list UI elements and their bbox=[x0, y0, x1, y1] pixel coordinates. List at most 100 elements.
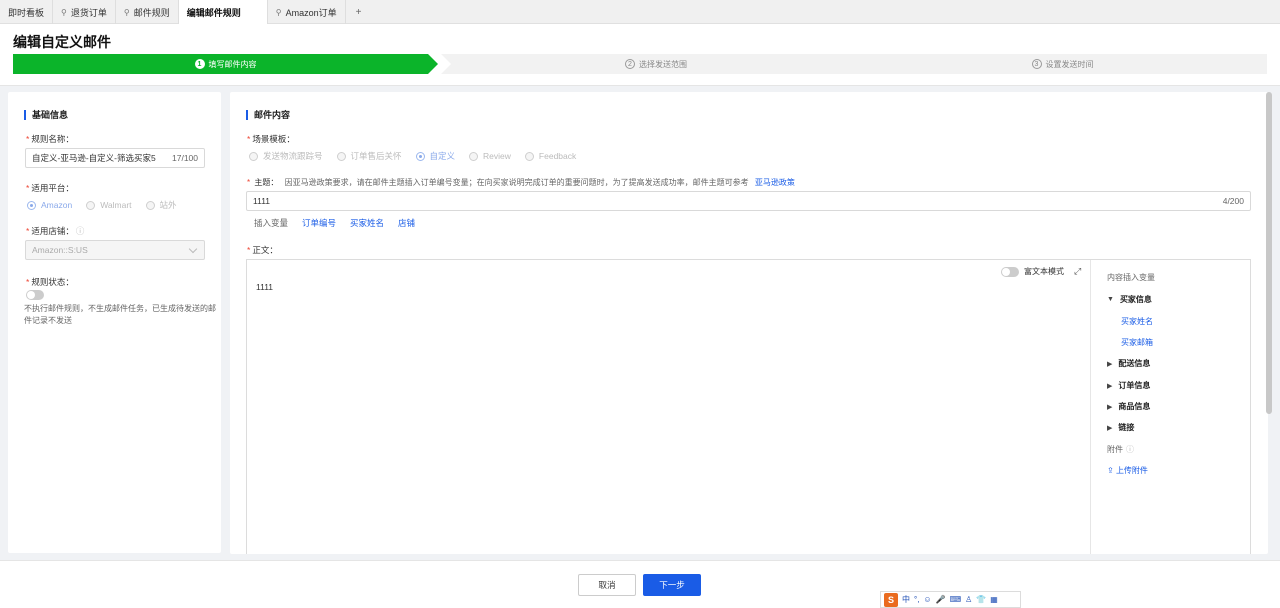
var-group-label: 订单信息 bbox=[1118, 381, 1151, 390]
emoji-icon[interactable]: ☺ bbox=[923, 595, 931, 604]
upload-attachment-button[interactable]: ⇪ 上传附件 bbox=[1107, 465, 1148, 476]
rich-text-toggle[interactable] bbox=[1001, 266, 1019, 277]
keyboard-icon[interactable]: ⌨ bbox=[950, 595, 962, 604]
ime-lang[interactable]: 中 bbox=[902, 594, 910, 605]
step-select-range[interactable]: 2 选择发送范围 bbox=[441, 54, 871, 74]
user-icon[interactable]: ♙ bbox=[965, 595, 972, 604]
upload-label: 上传附件 bbox=[1115, 466, 1148, 475]
basic-info-panel: 基础信息 * 规则名称： 自定义-亚马逊-自定义-筛选买家5 17/100 * 适用… bbox=[8, 92, 221, 553]
caret-down-icon: ▼ bbox=[1107, 296, 1114, 303]
add-tab-button[interactable]: + bbox=[346, 0, 372, 24]
subject-input[interactable]: 1111 4/200 bbox=[246, 191, 1251, 211]
variable-sidebar-title: 内容插入变量 bbox=[1107, 273, 1155, 282]
step-number: 2 bbox=[625, 59, 635, 69]
next-step-button[interactable]: 下一步 bbox=[643, 574, 701, 596]
fullscreen-icon[interactable]: ⤢ bbox=[1074, 266, 1081, 277]
var-item-label: 买家姓名 bbox=[1121, 317, 1153, 326]
grid-icon[interactable]: ▦ bbox=[990, 595, 998, 604]
template-radio-custom[interactable]: 自定义 bbox=[415, 150, 455, 162]
body-label-text: 正文： bbox=[252, 245, 278, 255]
subject-notice: 因亚马逊政策要求，请在邮件主题插入订单编号变量；在向买家说明完成订单的重要问题时… bbox=[284, 178, 749, 187]
radio-dot bbox=[336, 151, 346, 161]
ime-toolbar: S 中 °, ☺ 🎤 ⌨ ♙ 👕 ▦ bbox=[880, 591, 1021, 608]
radio-dot bbox=[524, 151, 534, 161]
punctuation-icon[interactable]: °, bbox=[914, 595, 919, 604]
mail-content-panel: 邮件内容 * 场景模板： 发送物流跟踪号 订单售后关怀 自定义 Review Fe… bbox=[230, 92, 1268, 554]
rule-name-label: * 规则名称： bbox=[26, 133, 74, 145]
ime-logo[interactable]: S bbox=[884, 592, 898, 607]
radio-label: Amazon bbox=[41, 200, 73, 210]
template-radio-aftersale[interactable]: 订单售后关怀 bbox=[336, 150, 402, 162]
required-mark: * bbox=[247, 134, 251, 144]
template-label: * 场景模板： bbox=[247, 133, 295, 145]
insert-var-order-id[interactable]: 订单编号 bbox=[302, 217, 336, 229]
store-value: Amazon::S:US bbox=[32, 245, 88, 255]
page-scrollbar[interactable] bbox=[1266, 92, 1272, 414]
template-radio-feedback[interactable]: Feedback bbox=[524, 151, 576, 161]
var-group-order[interactable]: ▶ 订单信息 bbox=[1107, 380, 1150, 391]
var-item-buyer-email[interactable]: 买家邮箱 bbox=[1107, 337, 1153, 348]
insert-variable-row: 插入变量 订单编号 买家姓名 店铺 bbox=[254, 217, 415, 229]
radio-label: 站外 bbox=[159, 200, 177, 210]
microphone-icon[interactable]: 🎤 bbox=[936, 595, 946, 604]
rule-name-input[interactable]: 自定义-亚马逊-自定义-筛选买家5 17/100 bbox=[25, 148, 205, 168]
step-set-time[interactable]: 3 设置发送时间 bbox=[858, 54, 1267, 74]
required-mark: * bbox=[26, 134, 30, 144]
tab-mail-rules[interactable]: ⚲ 邮件规则 bbox=[116, 0, 179, 24]
tab-dashboard[interactable]: 即时看板 bbox=[0, 0, 54, 24]
template-label-text: 场景模板： bbox=[252, 134, 295, 144]
radio-label: Review bbox=[483, 151, 511, 161]
required-mark: * bbox=[247, 245, 251, 255]
status-hint: 不执行邮件规则，不生成邮件任务，已生成待发送的邮件记录不发送 bbox=[24, 304, 216, 325]
platform-radio-amazon[interactable]: Amazon bbox=[27, 200, 72, 210]
var-item-buyer-name[interactable]: 买家姓名 bbox=[1107, 316, 1153, 327]
radio-dot bbox=[27, 200, 36, 210]
insert-var-store[interactable]: 店铺 bbox=[398, 217, 415, 229]
radio-dot bbox=[415, 151, 425, 161]
var-group-shipping[interactable]: ▶ 配送信息 bbox=[1107, 358, 1150, 369]
rich-text-label: 富文本模式 bbox=[1024, 267, 1064, 276]
help-icon[interactable]: ⓘ bbox=[1126, 445, 1134, 454]
amazon-policy-link[interactable]: 亚马逊政策 bbox=[755, 178, 795, 187]
tab-edit-mail-rule[interactable]: 编辑邮件规则 bbox=[178, 0, 268, 24]
radio-label: 订单售后关怀 bbox=[350, 151, 402, 161]
mail-content-title: 邮件内容 bbox=[246, 110, 290, 120]
attachment-label-text: 附件 bbox=[1107, 445, 1123, 454]
tab-amazon-orders[interactable]: ⚲ Amazon订单 bbox=[268, 0, 346, 24]
body-text-area[interactable]: 富文本模式 ⤢ 1111 bbox=[247, 260, 1090, 554]
pin-icon: ⚲ bbox=[275, 7, 282, 17]
var-item-label: 买家邮箱 bbox=[1121, 338, 1153, 347]
step-fill-content[interactable]: 1 填写邮件内容 bbox=[13, 54, 438, 74]
tab-return-orders[interactable]: ⚲ 退货订单 bbox=[53, 0, 116, 24]
subject-value: 1111 bbox=[253, 196, 271, 206]
var-group-buyer[interactable]: ▼ 买家信息 bbox=[1107, 294, 1152, 305]
var-group-product[interactable]: ▶ 商品信息 bbox=[1107, 401, 1150, 412]
subject-label: * 主题： 因亚马逊政策要求，请在邮件主题插入订单编号变量；在向买家说明完成订单… bbox=[247, 177, 795, 188]
tab-label: 退货订单 bbox=[70, 7, 107, 18]
caret-right-icon: ▶ bbox=[1107, 403, 1113, 411]
help-icon[interactable]: ⓘ bbox=[76, 226, 85, 236]
var-group-label: 商品信息 bbox=[1118, 402, 1151, 411]
page-title: 编辑自定义邮件 bbox=[13, 34, 111, 50]
status-toggle[interactable] bbox=[26, 290, 44, 300]
insert-var-buyer-name[interactable]: 买家姓名 bbox=[350, 217, 384, 229]
cancel-button[interactable]: 取消 bbox=[578, 574, 636, 596]
required-mark: * bbox=[247, 178, 251, 187]
subject-counter: 4/200 bbox=[1222, 196, 1244, 206]
body-value: 1111 bbox=[256, 282, 274, 292]
template-radio-review[interactable]: Review bbox=[469, 151, 511, 161]
platform-radio-walmart[interactable]: Walmart bbox=[86, 200, 132, 210]
tab-label: Amazon订单 bbox=[285, 7, 337, 18]
platform-radio-offsite[interactable]: 站外 bbox=[145, 199, 177, 211]
body-label: * 正文： bbox=[247, 244, 278, 256]
pin-icon: ⚲ bbox=[61, 7, 67, 17]
required-mark: * bbox=[26, 277, 30, 287]
upload-icon: ⇪ bbox=[1107, 466, 1114, 475]
template-radio-tracking[interactable]: 发送物流跟踪号 bbox=[249, 150, 323, 162]
platform-label: * 适用平台： bbox=[26, 182, 74, 194]
skin-icon[interactable]: 👕 bbox=[976, 595, 986, 604]
var-group-link[interactable]: ▶ 链接 bbox=[1107, 422, 1134, 433]
subject-label-text: 主题： bbox=[254, 178, 279, 187]
store-select[interactable]: Amazon::S:US bbox=[25, 240, 205, 260]
radio-dot bbox=[86, 200, 96, 210]
